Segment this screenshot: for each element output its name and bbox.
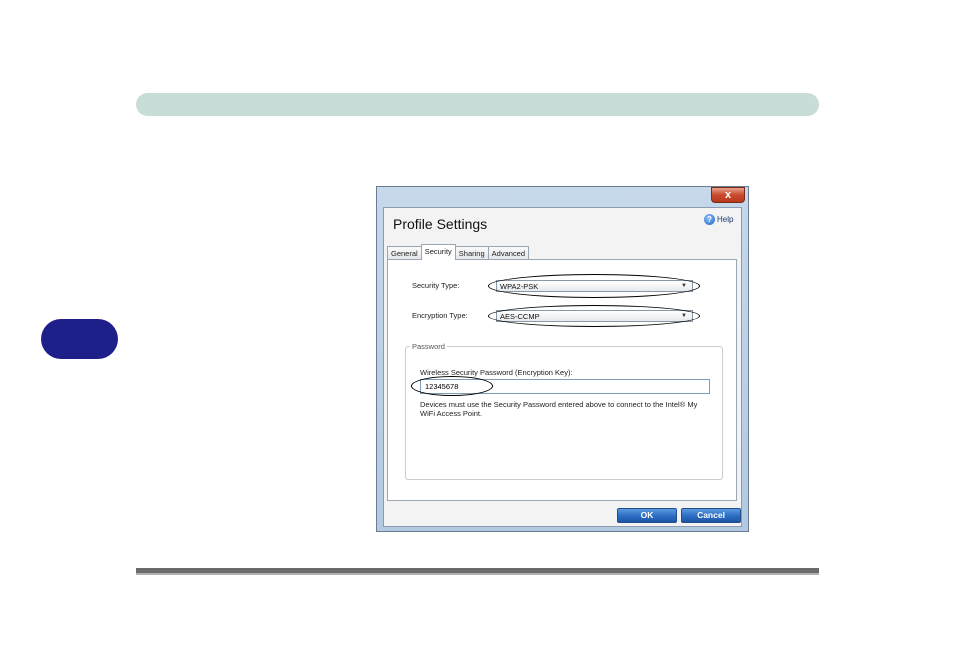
security-type-select[interactable]: WPA2-PSK ▼ [496,280,693,292]
password-input[interactable]: 12345678 [420,379,710,394]
chevron-down-icon: ▼ [681,283,687,289]
password-field-label: Wireless Security Password (Encryption K… [420,368,573,377]
tab-strip: General Security Sharing Advanced [387,244,529,260]
password-value: 12345678 [425,382,459,391]
encryption-type-select[interactable]: AES-CCMP ▼ [496,310,693,322]
header-bar [136,93,819,116]
help-label: Help [717,215,734,224]
security-type-label: Security Type: [412,281,460,290]
dialog-title: Profile Settings [393,216,488,232]
profile-settings-dialog: x Profile Settings ? Help General Securi… [376,186,749,532]
tab-security[interactable]: Security [420,244,456,260]
password-group-legend: Password [410,342,447,351]
ok-button[interactable]: OK [617,508,677,523]
security-tab-panel: Security Type: WPA2-PSK ▼ Encryption Typ… [387,259,737,501]
cancel-button[interactable]: Cancel [681,508,741,523]
password-group: Password Wireless Security Password (Enc… [405,342,723,480]
chapter-tab [41,319,118,359]
tab-advanced[interactable]: Advanced [487,246,529,260]
password-note: Devices must use the Security Password e… [420,400,698,418]
encryption-type-label: Encryption Type: [412,311,468,320]
encryption-type-value: AES-CCMP [500,312,540,321]
dialog-client-area: Profile Settings ? Help General Security… [383,207,742,527]
help-icon: ? [704,214,715,225]
footer-rule [136,568,819,575]
help-link[interactable]: ? Help [704,214,733,225]
close-icon: x [724,189,732,201]
tab-general[interactable]: General [387,246,422,260]
tab-sharing[interactable]: Sharing [454,246,489,260]
close-button[interactable]: x [711,187,745,203]
security-type-value: WPA2-PSK [500,282,539,291]
chevron-down-icon: ▼ [681,313,687,319]
